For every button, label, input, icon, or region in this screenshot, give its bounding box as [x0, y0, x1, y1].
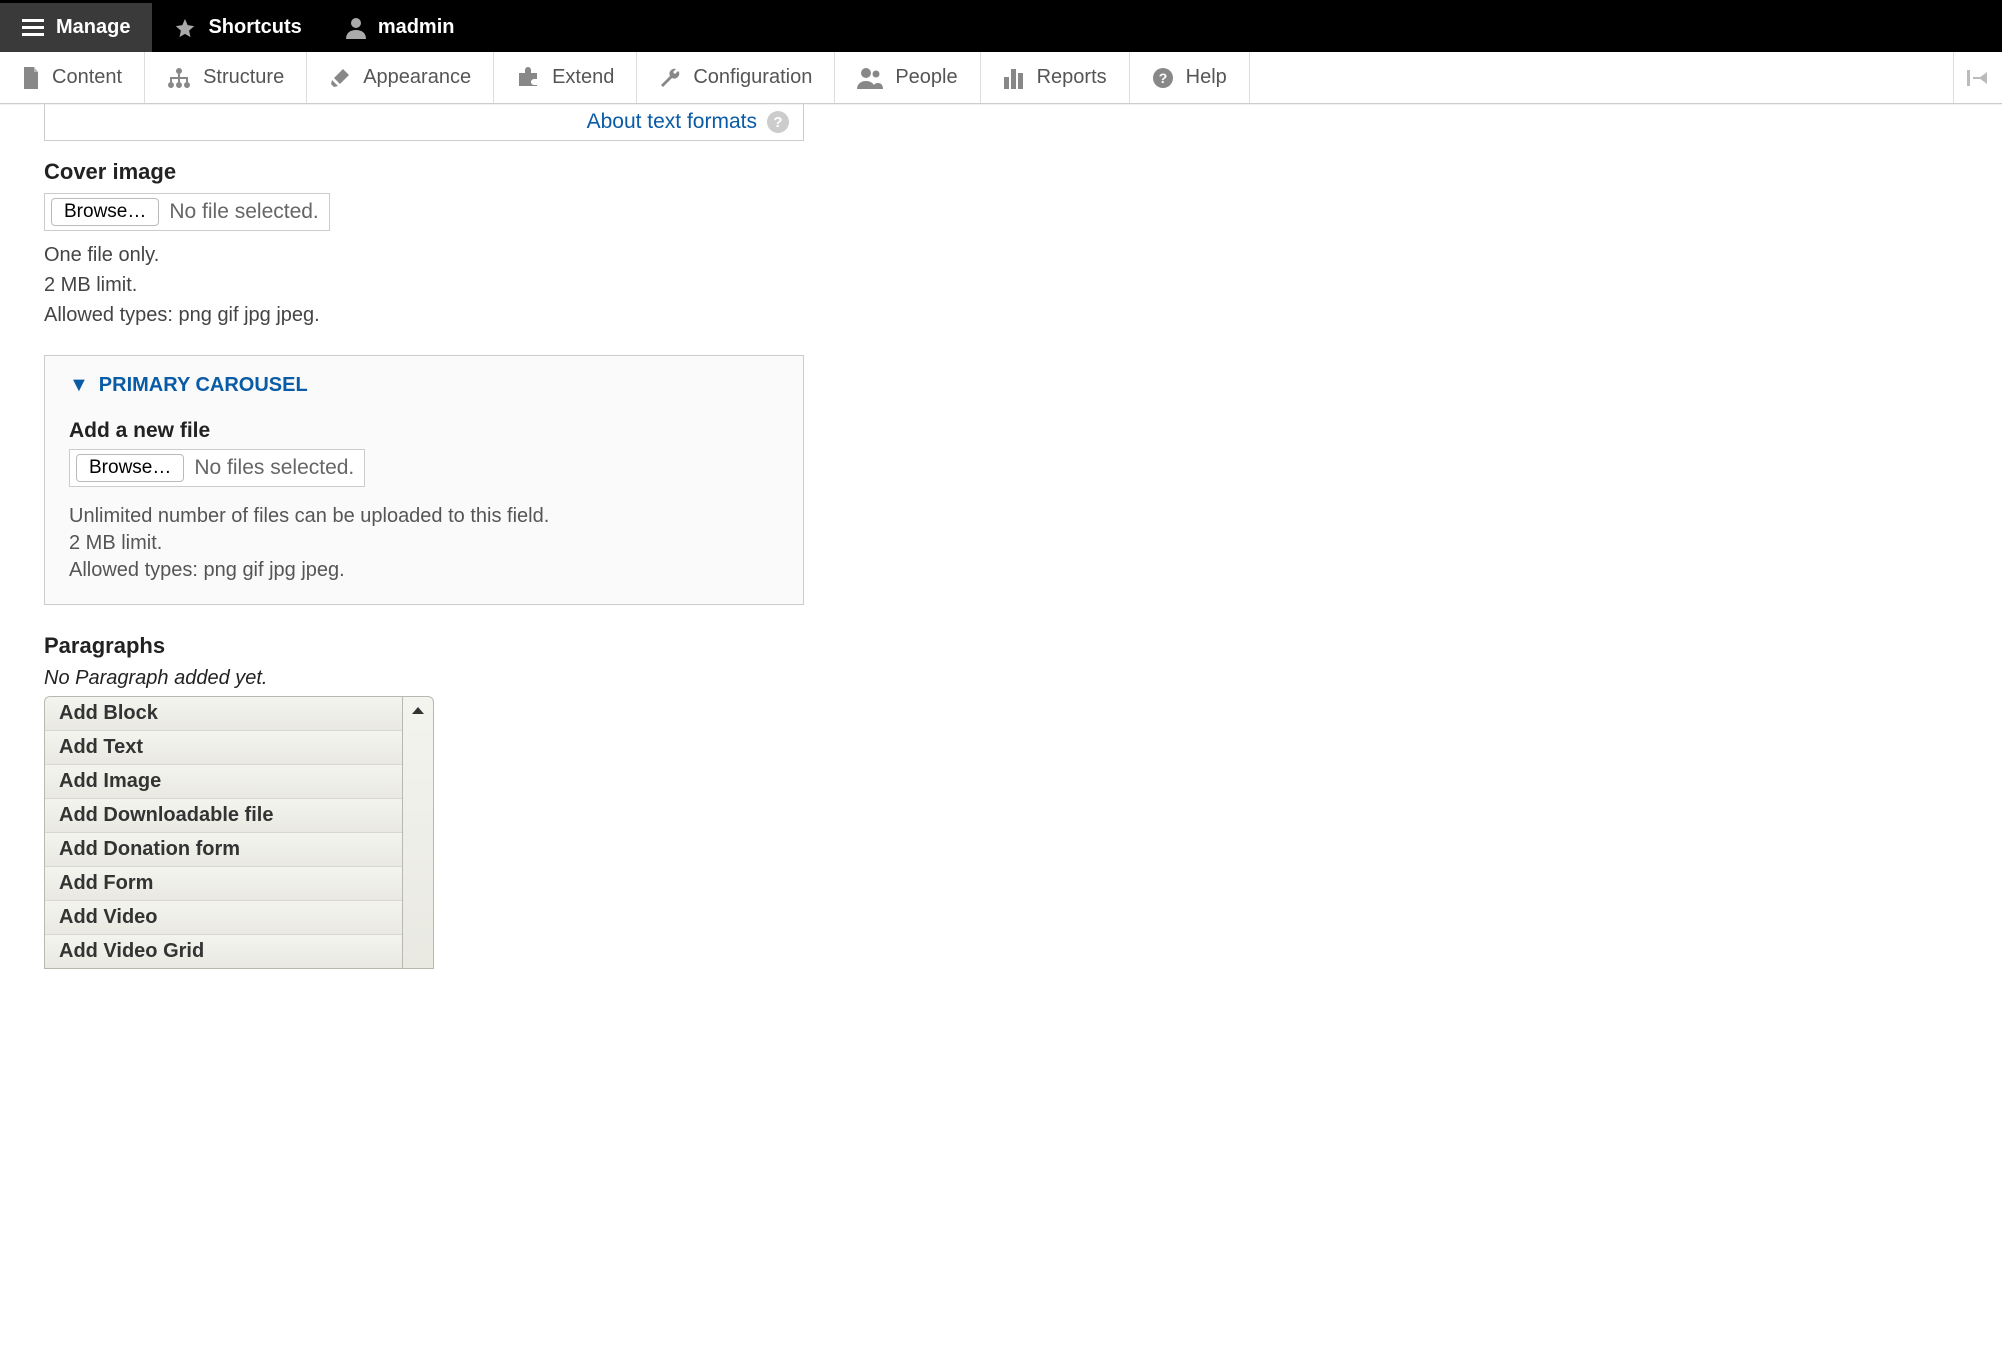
carousel-help-line: Unlimited number of files can be uploade… — [69, 503, 779, 530]
text-formats-row: About text formats ? — [44, 104, 804, 141]
cover-image-file-status: No file selected. — [169, 200, 318, 224]
carousel-file-row: Browse… No files selected. — [69, 449, 365, 487]
paragraphs-option[interactable]: Add Video — [45, 901, 402, 935]
paragraphs-field: Paragraphs No Paragraph added yet. Add B… — [44, 633, 1260, 969]
toolbar-shortcuts-label: Shortcuts — [208, 16, 301, 39]
menu-structure[interactable]: Structure — [145, 52, 307, 103]
cover-image-description: One file only. 2 MB limit. Allowed types… — [44, 241, 1260, 329]
cover-image-help-line: 2 MB limit. — [44, 271, 1260, 299]
cover-image-label: Cover image — [44, 159, 1260, 185]
menu-reports[interactable]: Reports — [981, 52, 1130, 103]
cover-image-help-line: Allowed types: png gif jpg jpeg. — [44, 301, 1260, 329]
menu-structure-label: Structure — [203, 66, 284, 89]
paragraphs-option[interactable]: Add Donation form — [45, 833, 402, 867]
hamburger-icon — [22, 19, 44, 37]
carousel-description: Unlimited number of files can be uploade… — [69, 503, 779, 584]
menu-configuration-label: Configuration — [693, 66, 812, 89]
primary-carousel-fieldset: ▼ PRIMARY CAROUSEL Add a new file Browse… — [44, 355, 804, 605]
paragraphs-empty-text: No Paragraph added yet. — [44, 667, 1260, 690]
paragraphs-option[interactable]: Add Form — [45, 867, 402, 901]
cover-image-file-row: Browse… No file selected. — [44, 193, 330, 231]
toolbar-shortcuts-tab[interactable]: Shortcuts — [152, 3, 323, 52]
cover-image-browse-button[interactable]: Browse… — [51, 198, 159, 226]
triangle-down-icon: ▼ — [69, 374, 89, 397]
menu-appearance[interactable]: Appearance — [307, 52, 494, 103]
people-icon — [857, 67, 883, 89]
primary-carousel-summary[interactable]: ▼ PRIMARY CAROUSEL — [69, 374, 779, 397]
carousel-add-file-label: Add a new file — [69, 419, 779, 443]
menu-appearance-label: Appearance — [363, 66, 471, 89]
paragraphs-option[interactable]: Add Image — [45, 765, 402, 799]
carousel-file-status: No files selected. — [194, 456, 354, 480]
paintbrush-icon — [329, 67, 351, 89]
admin-menu: Content Structure Appearance Extend Conf… — [0, 52, 2002, 104]
hierarchy-icon — [167, 67, 191, 89]
carousel-help-line: 2 MB limit. — [69, 530, 779, 557]
help-circle-icon[interactable]: ? — [767, 111, 789, 133]
menu-help[interactable]: ? Help — [1130, 52, 1250, 103]
primary-carousel-title: PRIMARY CAROUSEL — [99, 374, 308, 397]
toolbar-user-tab[interactable]: madmin — [324, 3, 477, 52]
arrow-up-icon — [412, 707, 424, 714]
menu-extend-label: Extend — [552, 66, 614, 89]
help-icon: ? — [1152, 67, 1174, 89]
menu-content[interactable]: Content — [0, 52, 145, 103]
menu-reports-label: Reports — [1037, 66, 1107, 89]
menu-configuration[interactable]: Configuration — [637, 52, 835, 103]
collapse-icon — [1967, 70, 1989, 86]
paragraphs-option[interactable]: Add Text — [45, 731, 402, 765]
paragraphs-dropdown-toggle[interactable] — [402, 696, 434, 969]
paragraphs-label: Paragraphs — [44, 633, 1260, 659]
star-icon — [174, 17, 196, 39]
menu-spacer — [1250, 52, 1954, 103]
content-region: About text formats ? Cover image Browse…… — [0, 104, 2002, 1009]
menu-extend[interactable]: Extend — [494, 52, 637, 103]
menu-collapse-button[interactable] — [1954, 52, 2002, 103]
toolbar-user-label: madmin — [378, 16, 455, 39]
svg-text:?: ? — [1158, 70, 1167, 86]
wrench-icon — [659, 67, 681, 89]
carousel-browse-button[interactable]: Browse… — [76, 454, 184, 482]
paragraphs-add-dropdown: Add Block Add Text Add Image Add Downloa… — [44, 696, 434, 969]
file-icon — [22, 67, 40, 89]
paragraphs-option[interactable]: Add Video Grid — [45, 935, 402, 968]
about-text-formats-link[interactable]: About text formats — [587, 110, 757, 134]
cover-image-field: Cover image Browse… No file selected. On… — [44, 159, 1260, 329]
menu-help-label: Help — [1186, 66, 1227, 89]
admin-toolbar: Manage Shortcuts madmin — [0, 0, 2002, 52]
menu-content-label: Content — [52, 66, 122, 89]
bar-chart-icon — [1003, 67, 1025, 89]
menu-people-label: People — [895, 66, 957, 89]
user-icon — [346, 17, 366, 39]
toolbar-manage-tab[interactable]: Manage — [0, 3, 152, 52]
carousel-help-line: Allowed types: png gif jpg jpeg. — [69, 557, 779, 584]
puzzle-icon — [516, 67, 540, 89]
paragraphs-option-list: Add Block Add Text Add Image Add Downloa… — [44, 696, 402, 969]
toolbar-manage-label: Manage — [56, 16, 130, 39]
cover-image-help-line: One file only. — [44, 241, 1260, 269]
menu-people[interactable]: People — [835, 52, 980, 103]
paragraphs-option[interactable]: Add Block — [45, 697, 402, 731]
paragraphs-option[interactable]: Add Downloadable file — [45, 799, 402, 833]
